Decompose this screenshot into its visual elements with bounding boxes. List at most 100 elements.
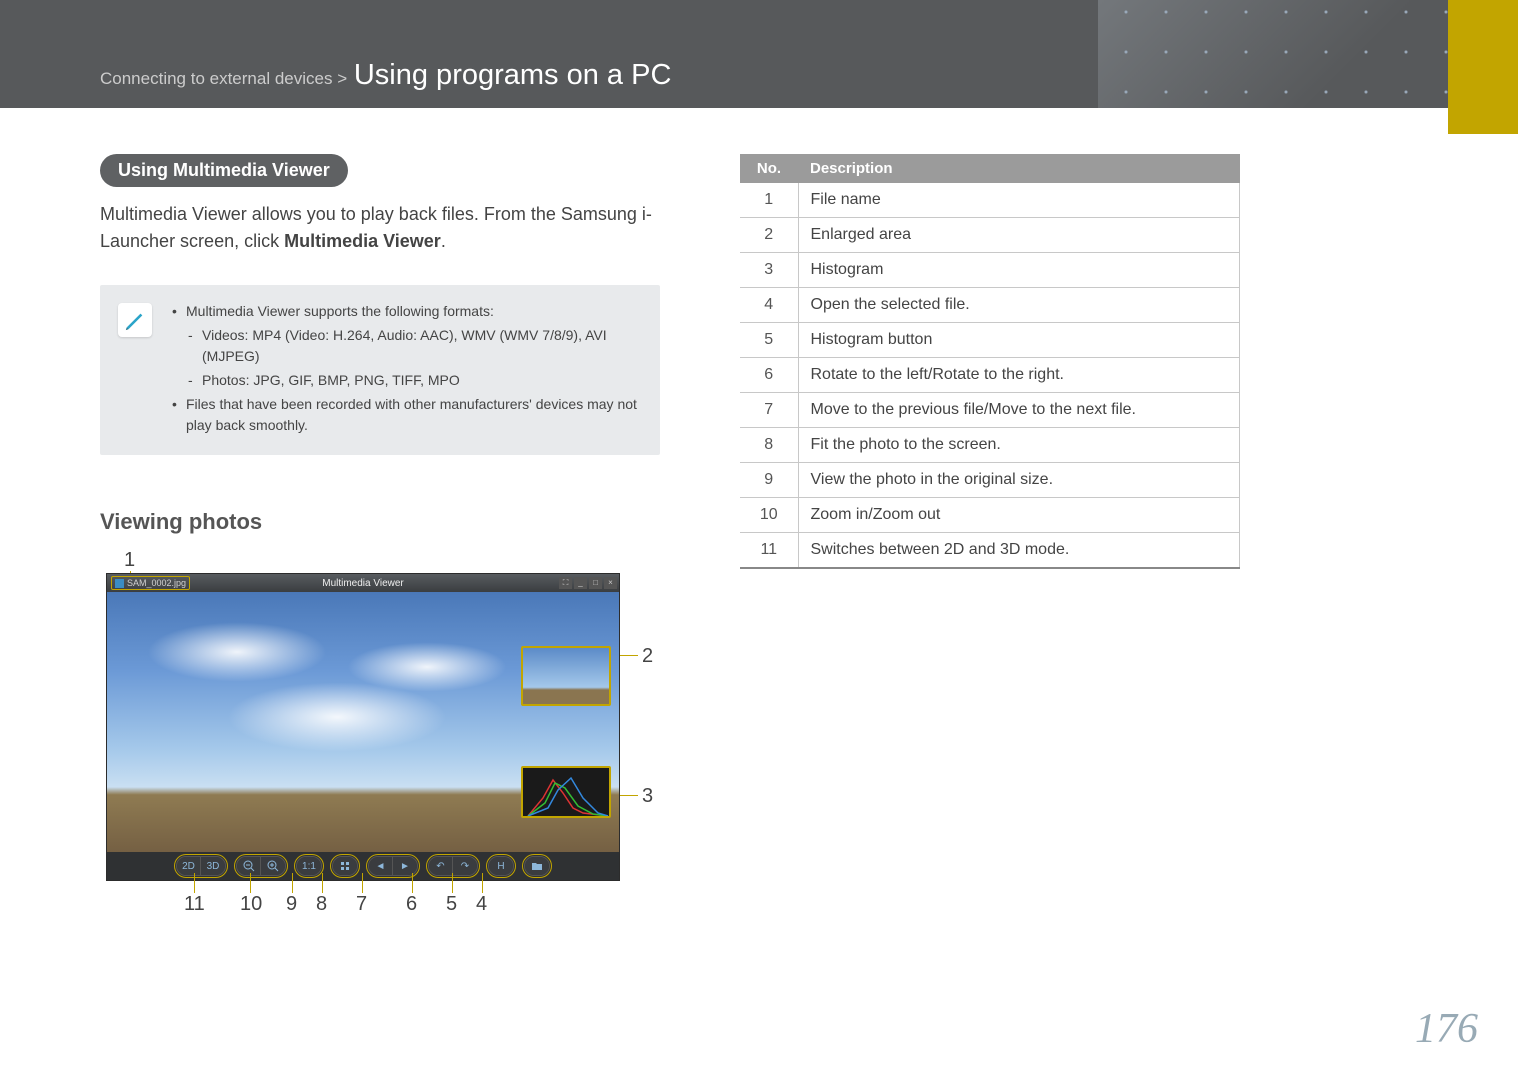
callout-10: 10 [240, 893, 262, 916]
open-file-button[interactable] [525, 857, 549, 875]
fit-screen-group [332, 856, 358, 876]
table-row: 9View the photo in the original size. [740, 463, 1240, 498]
fit-screen-icon [339, 860, 351, 872]
description-table: No. Description 1File name2Enlarged area… [740, 154, 1240, 569]
table-row: 2Enlarged area [740, 218, 1240, 253]
next-file-button[interactable]: ► [393, 857, 417, 875]
zoom-in-button[interactable] [261, 857, 285, 875]
subheading-viewing-photos: Viewing photos [100, 509, 660, 535]
callout-9-line [292, 873, 293, 893]
original-size-group: 1:1 [296, 856, 322, 876]
callout-3-line [620, 795, 638, 796]
fullscreen-icon[interactable]: ⛶ [559, 577, 572, 589]
table-row: 3Histogram [740, 253, 1240, 288]
original-size-button[interactable]: 1:1 [297, 857, 321, 875]
prev-file-button[interactable]: ◄ [369, 857, 393, 875]
rotate-left-button[interactable]: ↶ [429, 857, 453, 875]
note-bullet-1: Multimedia Viewer supports the following… [172, 301, 640, 323]
table-cell-desc: Fit the photo to the screen. [798, 428, 1240, 463]
table-row: 10Zoom in/Zoom out [740, 498, 1240, 533]
mode-2d-button[interactable]: 2D [177, 857, 201, 875]
table-cell-no: 5 [740, 323, 798, 358]
histogram-button[interactable]: H [489, 857, 513, 875]
viewer-filename: SAM_0002.jpg [111, 576, 190, 590]
viewer-screenshot: 1 SAM_0002.jpg Multimedia Viewer ⛶ _ □ × [100, 555, 660, 931]
callout-6: 6 [406, 893, 417, 916]
histogram-button-group: H [488, 856, 514, 876]
intro-paragraph: Multimedia Viewer allows you to play bac… [100, 201, 660, 255]
mode-3d-button[interactable]: 3D [201, 857, 225, 875]
rotate-right-button[interactable]: ↷ [453, 857, 477, 875]
folder-icon [531, 861, 543, 871]
rotate-group: ↶ ↷ [428, 856, 478, 876]
callout-1: 1 [124, 549, 135, 572]
table-cell-desc: View the photo in the original size. [798, 463, 1240, 498]
table-header-no: No. [740, 154, 798, 183]
viewer-window: SAM_0002.jpg Multimedia Viewer ⛶ _ □ × [106, 573, 620, 881]
table-cell-desc: Histogram button [798, 323, 1240, 358]
page-header: Connecting to external devices > Using p… [0, 0, 1518, 108]
viewer-filename-text: SAM_0002.jpg [127, 578, 186, 588]
table-cell-no: 11 [740, 533, 798, 569]
table-row: 6Rotate to the left/Rotate to the right. [740, 358, 1240, 393]
open-file-group [524, 856, 550, 876]
table-row: 11Switches between 2D and 3D mode. [740, 533, 1240, 569]
table-header-desc: Description [798, 154, 1240, 183]
table-cell-no: 9 [740, 463, 798, 498]
viewer-titlebar: SAM_0002.jpg Multimedia Viewer ⛶ _ □ × [107, 574, 619, 592]
note-bullet-2: Files that have been recorded with other… [172, 394, 640, 437]
callout-5-line [452, 873, 453, 893]
callout-7-line [362, 873, 363, 893]
callout-4: 4 [476, 893, 487, 916]
callout-9: 9 [286, 893, 297, 916]
zoom-out-icon [243, 860, 255, 872]
callout-2-line [620, 655, 638, 656]
table-cell-desc: Rotate to the left/Rotate to the right. [798, 358, 1240, 393]
table-row: 8Fit the photo to the screen. [740, 428, 1240, 463]
viewer-app-title: Multimedia Viewer [322, 578, 404, 589]
breadcrumb-current: Using programs on a PC [354, 59, 672, 91]
table-row: 4Open the selected file. [740, 288, 1240, 323]
table-cell-no: 8 [740, 428, 798, 463]
zoom-out-button[interactable] [237, 857, 261, 875]
close-icon[interactable]: × [604, 577, 617, 589]
table-cell-no: 6 [740, 358, 798, 393]
table-cell-no: 10 [740, 498, 798, 533]
table-cell-desc: Histogram [798, 253, 1240, 288]
table-cell-desc: Open the selected file. [798, 288, 1240, 323]
callout-11: 11 [184, 893, 205, 916]
file-icon [115, 579, 124, 588]
callout-8: 8 [316, 893, 327, 916]
table-cell-desc: Move to the previous file/Move to the ne… [798, 393, 1240, 428]
nav-group: ◄ ► [368, 856, 418, 876]
table-cell-desc: Enlarged area [798, 218, 1240, 253]
table-row: 1File name [740, 183, 1240, 218]
table-cell-desc: File name [798, 183, 1240, 218]
callout-10-line [250, 873, 251, 893]
table-cell-desc: Zoom in/Zoom out [798, 498, 1240, 533]
callout-11-line [194, 873, 195, 893]
callout-5: 5 [446, 893, 457, 916]
breadcrumb-parent: Connecting to external devices > [100, 69, 347, 88]
table-cell-desc: Switches between 2D and 3D mode. [798, 533, 1240, 569]
mode-2d-3d-group: 2D 3D [176, 856, 226, 876]
accent-block [1448, 0, 1518, 134]
maximize-icon[interactable]: □ [589, 577, 602, 589]
callout-3: 3 [642, 785, 653, 808]
zoom-in-icon [267, 860, 279, 872]
callout-2: 2 [642, 645, 653, 668]
callout-8-line [322, 873, 323, 893]
intro-text-bold: Multimedia Viewer [284, 231, 441, 251]
note-icon [118, 303, 152, 337]
page-number: 176 [1415, 1005, 1478, 1053]
enlarged-area-panel [521, 646, 611, 706]
callout-4-line [482, 873, 483, 893]
fit-screen-button[interactable] [333, 857, 357, 875]
photo-area: × [107, 592, 619, 852]
section-title-pill: Using Multimedia Viewer [100, 154, 348, 187]
callout-6-line [412, 873, 413, 893]
note-sub-2: Photos: JPG, GIF, BMP, PNG, TIFF, MPO [172, 370, 640, 392]
histogram-graph [523, 768, 611, 818]
minimize-icon[interactable]: _ [574, 577, 587, 589]
zoom-group [236, 856, 286, 876]
